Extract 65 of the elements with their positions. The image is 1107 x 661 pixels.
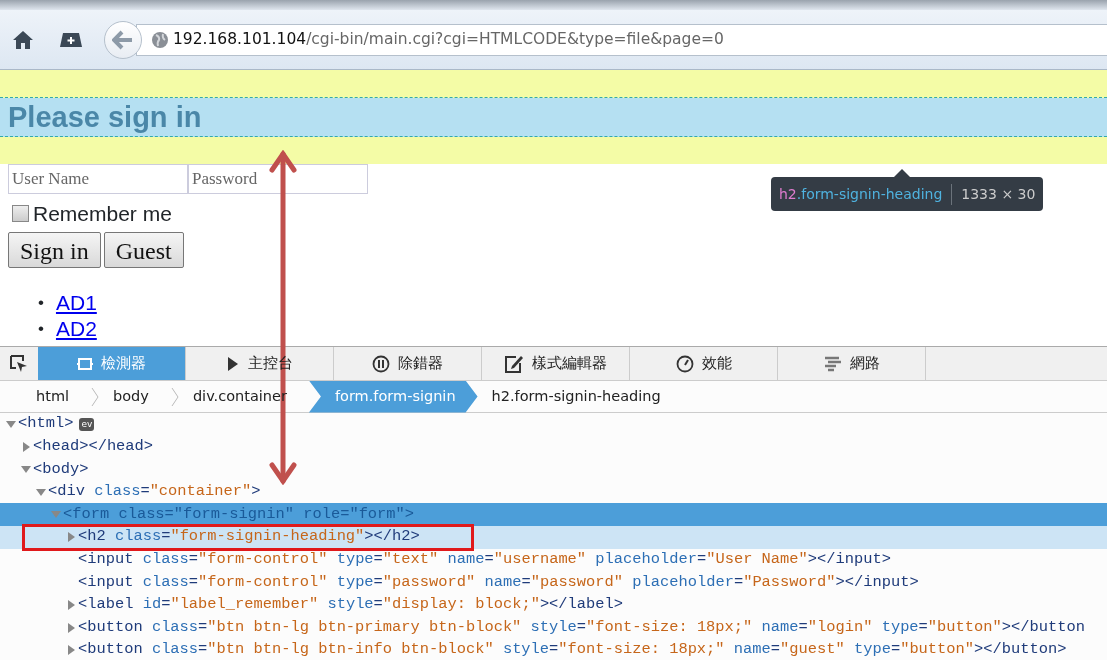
gauge-icon bbox=[675, 354, 694, 373]
remember-checkbox[interactable] bbox=[12, 205, 29, 223]
url-text: 192.168.101.104/cgi-bin/main.cgi?cgi=HTMLCODE&type=file&page=0 bbox=[173, 28, 724, 50]
collapsed-triangle-icon[interactable] bbox=[67, 622, 75, 633]
ad-link[interactable]: AD2 bbox=[55, 315, 97, 342]
devtools-tab[interactable]: 效能 bbox=[630, 347, 778, 380]
breadcrumb-item[interactable]: h2.form-signin-heading bbox=[477, 380, 683, 413]
tree-row[interactable]: <button class="btn btn-lg btn-primary btn-block" style="font-size: 18px;" name="login" type="button"></button bbox=[0, 616, 1107, 639]
expanded-triangle-icon[interactable] bbox=[21, 466, 31, 473]
remember-label: Remember me bbox=[33, 201, 172, 227]
markup-line: <form class="form-signin" role="form"> bbox=[63, 505, 415, 524]
sign-in-button[interactable]: Sign in bbox=[8, 231, 101, 268]
expanded-triangle-icon[interactable] bbox=[6, 420, 16, 428]
chevron-icon bbox=[170, 386, 179, 407]
expanded-triangle-icon[interactable] bbox=[36, 488, 46, 496]
markup-line: <head></head> bbox=[33, 438, 154, 456]
lines-icon bbox=[823, 355, 842, 372]
back-button[interactable] bbox=[104, 20, 142, 59]
bullet: • bbox=[38, 291, 44, 314]
markup-line: <div class="container"> bbox=[48, 483, 261, 501]
tree-row[interactable]: <label id="label_remember" style="display: block;"></label> bbox=[0, 593, 1107, 617]
pause-icon bbox=[372, 354, 390, 373]
chevron-icon bbox=[226, 355, 240, 372]
tree-row[interactable]: <html> ev bbox=[0, 413, 1107, 436]
collapsed-triangle-icon[interactable] bbox=[67, 645, 75, 656]
chevron-icon bbox=[91, 386, 100, 407]
tree-row[interactable]: <button class="btn btn-lg btn-info btn-block" style="font-size: 18px;" name="guest" type="button"></button> bbox=[0, 638, 1107, 661]
markup-line: <button class="btn btn-lg btn-info btn-block" style="font-size: 18px;" name="guest" type="button"></button> bbox=[78, 641, 1067, 660]
collapsed-triangle-icon[interactable] bbox=[67, 600, 75, 611]
globe-icon bbox=[151, 30, 169, 49]
markup-line: <label id="label_remember" style="display: block;"></label> bbox=[78, 596, 623, 614]
collapsed-triangle-icon[interactable] bbox=[67, 532, 75, 543]
box-icon bbox=[77, 356, 93, 371]
plus-tray-icon bbox=[59, 30, 83, 49]
devtools-tab[interactable]: 樣式編輯器 bbox=[482, 347, 630, 380]
tree-row[interactable]: <input class="form-control" type="password" name="password" placeholder="Password"></input> bbox=[0, 571, 1107, 594]
markup-line: <h2 class="form-signin-heading"></h2> bbox=[78, 528, 420, 547]
address-bar[interactable]: 192.168.101.104/cgi-bin/main.cgi?cgi=HTMLCODE&type=file&page=0 bbox=[136, 23, 1107, 56]
password-field[interactable]: Password bbox=[188, 164, 368, 194]
home-icon bbox=[12, 29, 34, 50]
collapsed-triangle-icon[interactable] bbox=[22, 441, 30, 452]
tree-row[interactable]: <head></head> bbox=[0, 435, 1107, 459]
element-tooltip: h2.form-signin-heading 1333 × 30 bbox=[771, 177, 1044, 211]
tree-row[interactable]: <body> bbox=[0, 458, 1107, 481]
event-badge[interactable]: ev bbox=[79, 417, 95, 432]
picker-icon bbox=[10, 354, 28, 373]
tree-row[interactable]: <div class="container"> bbox=[0, 480, 1107, 504]
page-heading: Please sign in bbox=[7, 99, 202, 135]
markup-line: <body> bbox=[33, 460, 89, 479]
back-arrow-icon bbox=[112, 29, 134, 50]
tree-row[interactable]: <input class="form-control" type="text" name="username" placeholder="User Name"></input> bbox=[0, 548, 1107, 572]
devtools-tab[interactable]: 除錯器 bbox=[334, 347, 482, 380]
breadcrumb-item[interactable]: body bbox=[99, 380, 171, 413]
markup-line: <input class="form-control" type="text" name="username" placeholder="User Name"></input> bbox=[78, 551, 891, 569]
pencil-icon bbox=[504, 353, 524, 374]
username-field[interactable]: User Name bbox=[8, 164, 188, 194]
markup-line: <input class="form-control" type="password" name="password" placeholder="Password"></input> bbox=[78, 573, 919, 592]
markup-line: <html> bbox=[18, 415, 74, 434]
markup-line: <button class="btn btn-lg btn-primary btn-block" style="font-size: 18px;" name="login" type="button"></button bbox=[78, 618, 1085, 637]
breadcrumb-item[interactable]: html bbox=[22, 380, 92, 413]
tree-row[interactable]: <h2 class="form-signin-heading"></h2> bbox=[0, 525, 1107, 549]
devtools-tab[interactable]: 網路 bbox=[778, 347, 926, 380]
guest-button[interactable]: Guest bbox=[103, 231, 184, 268]
bullet: • bbox=[38, 317, 44, 340]
ad-link[interactable]: AD1 bbox=[55, 289, 97, 316]
